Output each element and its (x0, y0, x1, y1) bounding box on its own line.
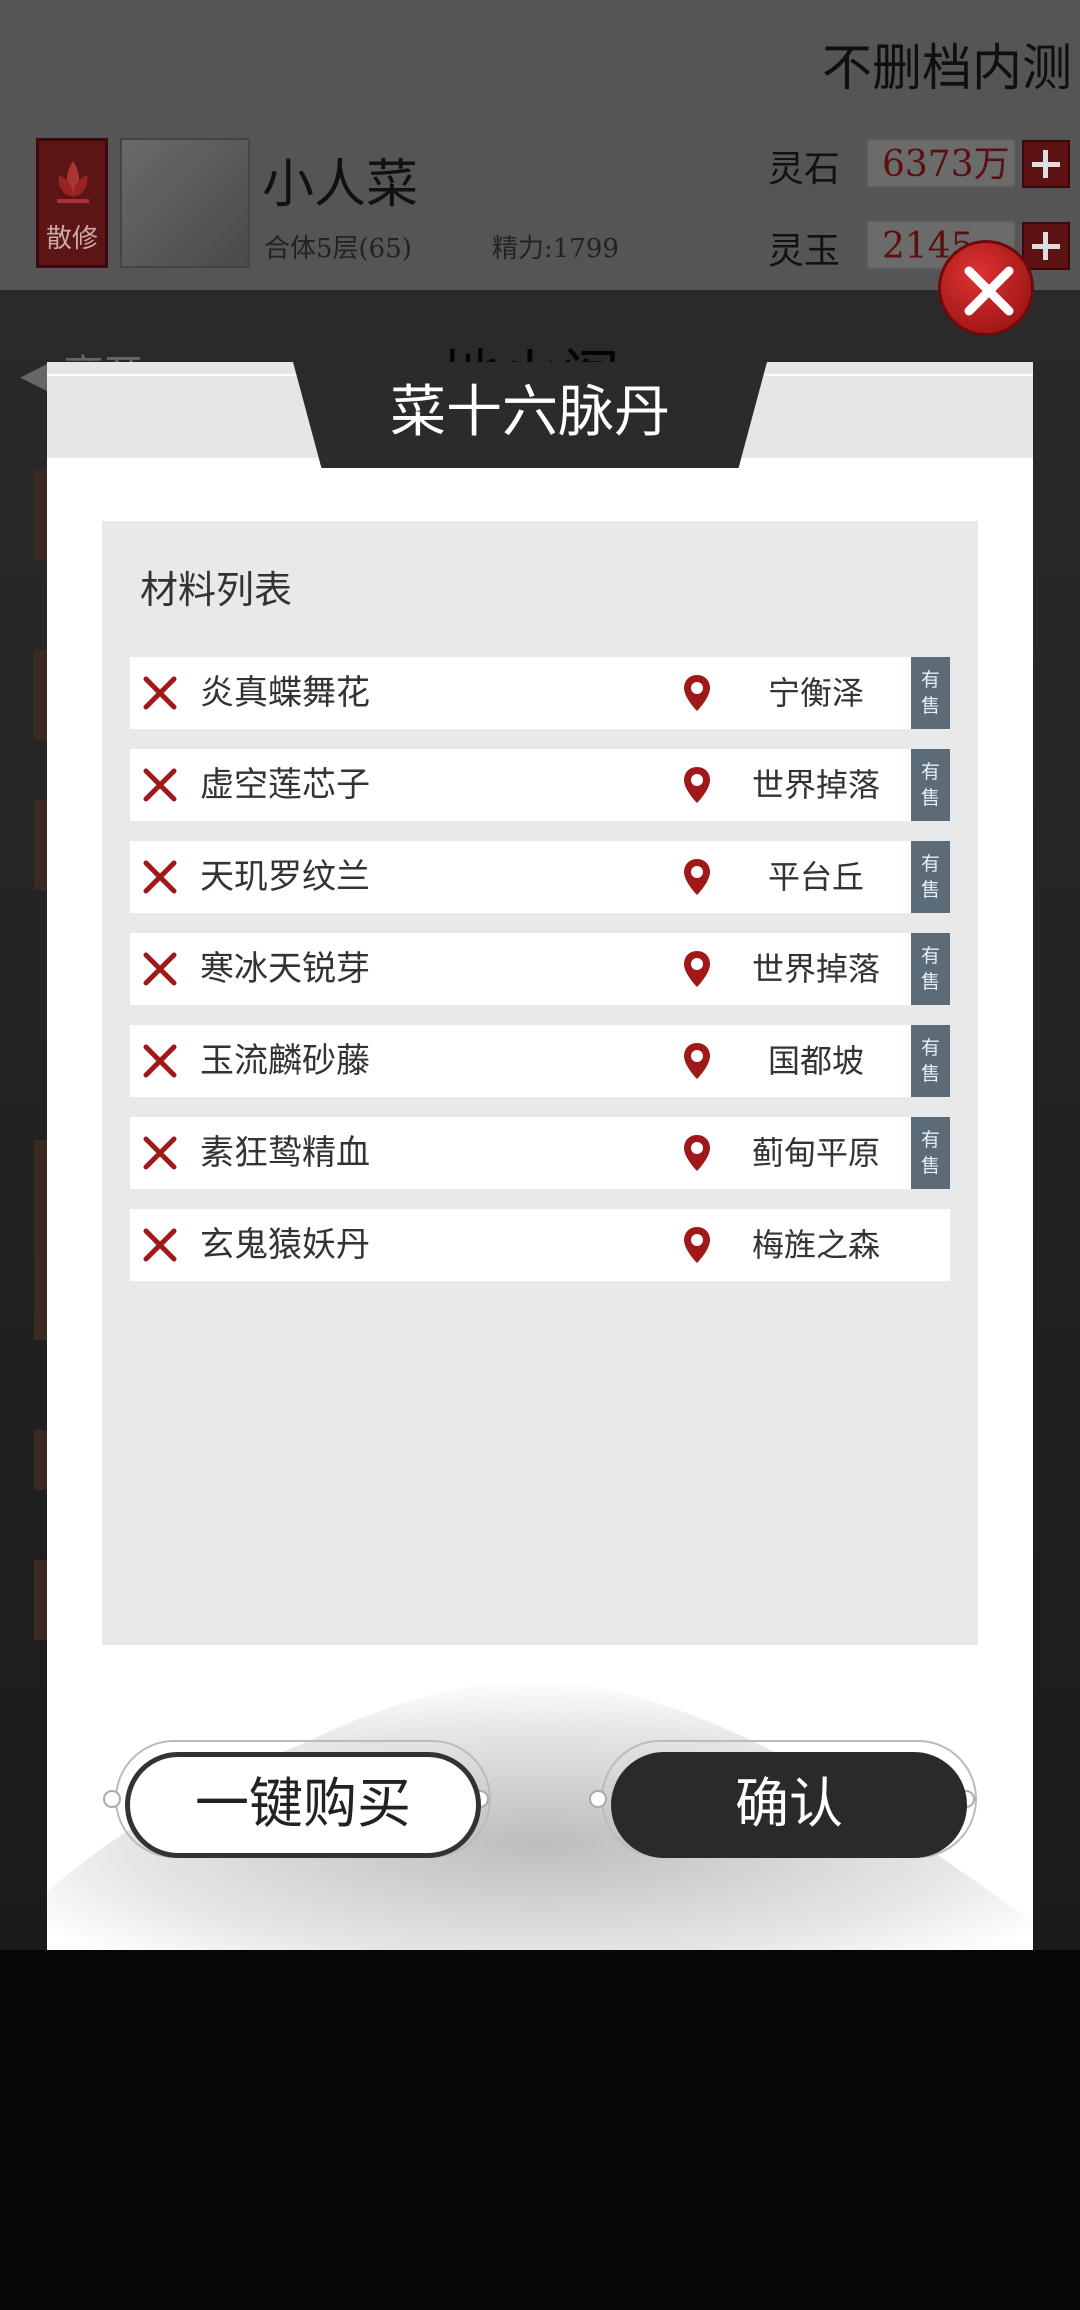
on-sale-tag[interactable]: 有售 (911, 841, 950, 913)
location-pin-icon (684, 951, 710, 987)
material-row[interactable]: 玄鬼猿妖丹 梅旌之森 (130, 1209, 950, 1281)
close-button[interactable] (938, 240, 1034, 336)
currency-label-spirit-jade: 灵玉 (768, 231, 841, 272)
avatar[interactable] (120, 138, 250, 268)
server-note: 不删档内测 (822, 39, 1072, 97)
on-sale-tag[interactable]: 有售 (911, 1025, 950, 1097)
materials-panel: 材料列表 炎真蝶舞花 宁衡泽 有售 虚空莲芯子 世界掉落 有售 天玑罗纹兰 平台… (102, 521, 978, 1645)
material-name: 天玑罗纹兰 (200, 857, 370, 897)
material-row[interactable]: 玉流麟砂藤 国都坡 有售 (130, 1025, 950, 1097)
on-sale-tag[interactable]: 有售 (911, 657, 950, 729)
missing-x-icon (143, 860, 177, 894)
sect-badge: 散修 (36, 138, 108, 268)
lotus-icon (57, 161, 89, 203)
material-location[interactable]: 世界掉落 (726, 749, 906, 821)
missing-x-icon (143, 1136, 177, 1170)
on-sale-tag[interactable]: 有售 (911, 933, 950, 1005)
location-pin-icon (684, 767, 710, 803)
material-name: 寒冰天锐芽 (200, 949, 370, 989)
location-pin-icon (684, 859, 710, 895)
material-row[interactable]: 天玑罗纹兰 平台丘 有售 (130, 841, 950, 913)
location-pin-icon (684, 1135, 710, 1171)
material-location[interactable]: 平台丘 (726, 841, 906, 913)
recipe-dialog: 菜十六脉丹 材料列表 炎真蝶舞花 宁衡泽 有售 虚空莲芯子 世界掉落 有售 天玑… (47, 362, 1033, 1950)
material-name: 素狂鸷精血 (200, 1133, 370, 1173)
on-sale-tag[interactable]: 有售 (911, 749, 950, 821)
missing-x-icon (143, 768, 177, 802)
material-row[interactable]: 虚空莲芯子 世界掉落 有售 (130, 749, 950, 821)
material-location[interactable]: 世界掉落 (726, 933, 906, 1005)
material-name: 虚空莲芯子 (200, 765, 370, 805)
decor-dot (589, 1790, 607, 1808)
close-icon (964, 266, 1014, 316)
add-spirit-stone-button[interactable] (1022, 140, 1070, 188)
bottom-area (0, 1950, 1080, 2310)
missing-x-icon (143, 952, 177, 986)
decor-dot (103, 1790, 121, 1808)
material-row[interactable]: 素狂鸷精血 蓟甸平原 有售 (130, 1117, 950, 1189)
currency-label-spirit-stone: 灵石 (768, 149, 841, 190)
sect-badge-label: 散修 (45, 224, 98, 254)
material-name: 玉流麟砂藤 (200, 1041, 370, 1081)
materials-heading: 材料列表 (140, 568, 293, 612)
material-location[interactable]: 蓟甸平原 (726, 1117, 906, 1189)
confirm-button[interactable]: 确认 (611, 1752, 967, 1858)
material-name: 炎真蝶舞花 (200, 673, 370, 713)
material-location[interactable]: 梅旌之森 (726, 1209, 906, 1281)
missing-x-icon (143, 1044, 177, 1078)
missing-x-icon (143, 1228, 177, 1262)
buy-all-button[interactable]: 一键购买 (125, 1752, 481, 1858)
on-sale-tag[interactable]: 有售 (911, 1117, 950, 1189)
material-row[interactable]: 寒冰天锐芽 世界掉落 有售 (130, 933, 950, 1005)
material-name: 玄鬼猿妖丹 (200, 1225, 370, 1265)
dialog-title-tab: 菜十六脉丹 (293, 362, 767, 468)
location-pin-icon (684, 1043, 710, 1079)
currency-value-spirit-stone: 6373万 (866, 138, 1016, 188)
material-row[interactable]: 炎真蝶舞花 宁衡泽 有售 (130, 657, 950, 729)
player-energy: 精力:1799 (492, 234, 619, 264)
location-pin-icon (684, 1227, 710, 1263)
player-name: 小人菜 (262, 155, 419, 215)
material-location[interactable]: 国都坡 (726, 1025, 906, 1097)
missing-x-icon (143, 676, 177, 710)
location-pin-icon (684, 675, 710, 711)
material-location[interactable]: 宁衡泽 (726, 657, 906, 729)
player-level: 合体5层(65) (264, 234, 412, 264)
dialog-title: 菜十六脉丹 (390, 380, 670, 445)
add-spirit-jade-button[interactable] (1022, 222, 1070, 270)
